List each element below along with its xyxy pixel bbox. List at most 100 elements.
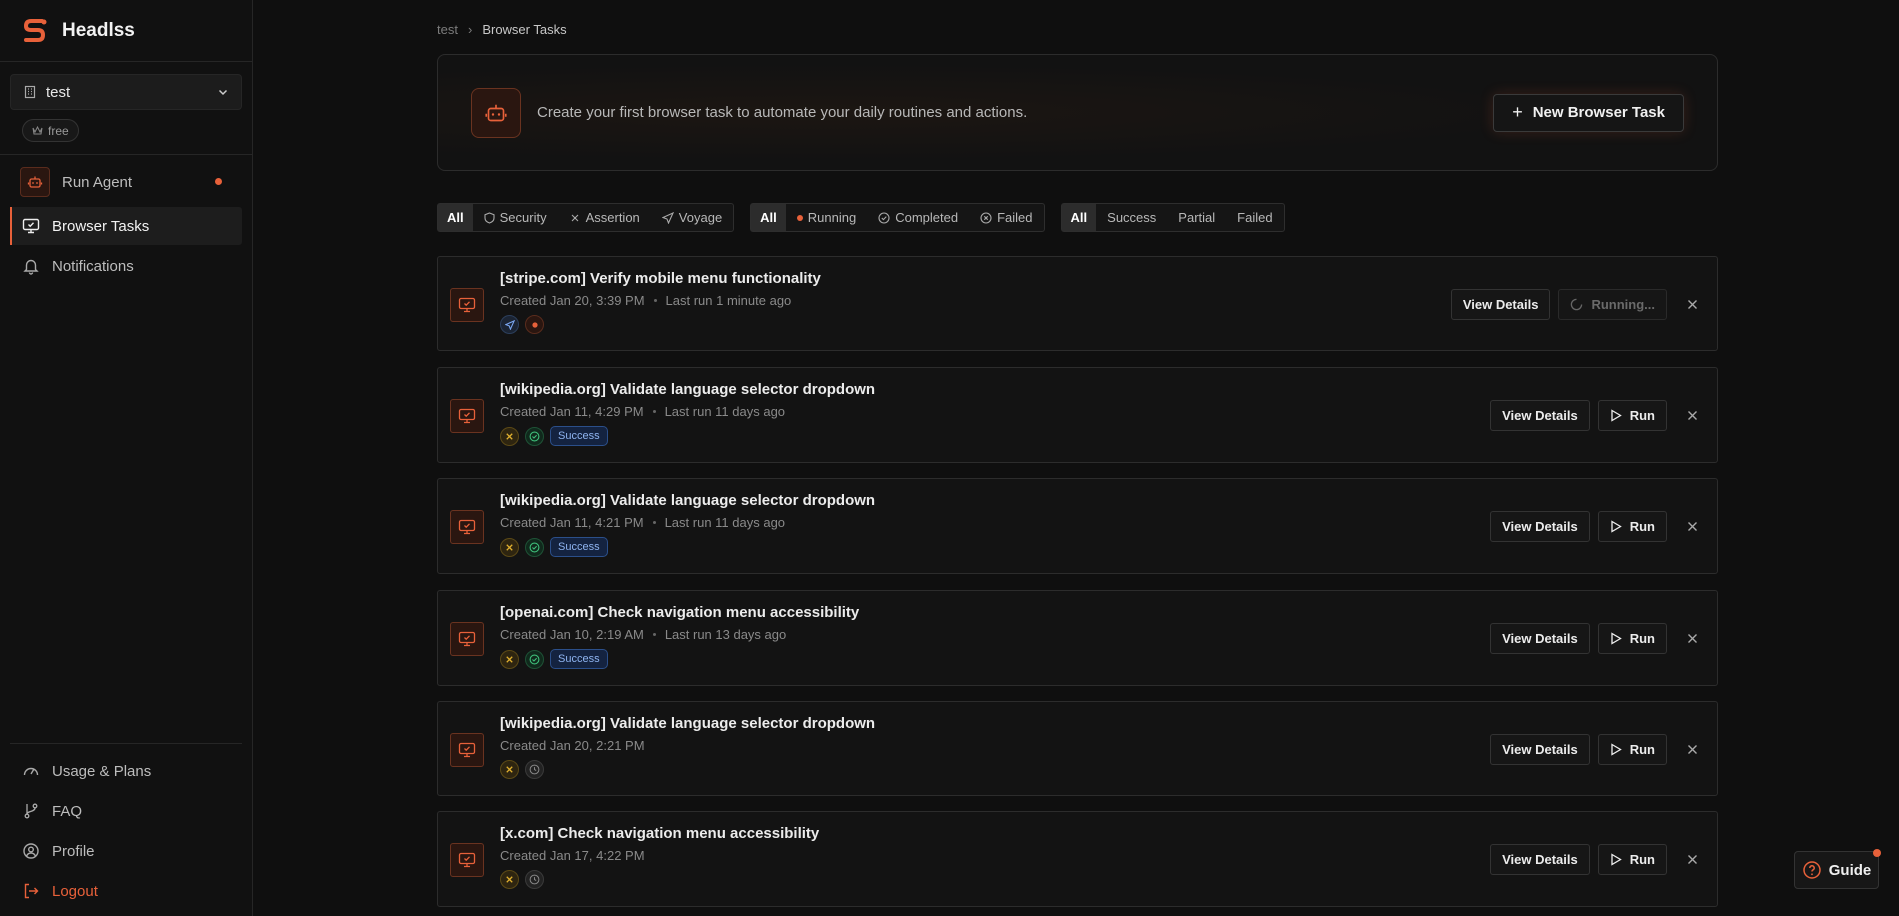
guide-button[interactable]: Guide <box>1794 849 1881 889</box>
view-details-label: View Details <box>1502 852 1578 867</box>
logout-icon <box>24 883 39 899</box>
nav-notifications[interactable]: Notifications <box>10 247 242 285</box>
close-icon[interactable] <box>1681 739 1703 761</box>
empty-state-banner: Create your first browser task to automa… <box>437 54 1718 171</box>
task-meta: Created Jan 20, 3:39 PM Last run 1 minute… <box>500 293 791 308</box>
monitor-check-icon <box>450 510 484 544</box>
monitor-check-icon <box>450 288 484 322</box>
meta-separator <box>652 521 656 524</box>
task-tags <box>500 760 544 779</box>
view-details-button[interactable]: View Details <box>1490 734 1590 765</box>
run-button[interactable]: Run <box>1597 400 1667 431</box>
view-details-label: View Details <box>1502 631 1578 646</box>
type-filter-assertion[interactable]: Assertion <box>558 204 651 231</box>
monitor-check-icon <box>450 733 484 767</box>
task-row[interactable]: [openai.com] Check navigation menu acces… <box>437 590 1718 686</box>
run-label: Run <box>1629 519 1655 534</box>
task-row[interactable]: [wikipedia.org] Validate language select… <box>437 367 1718 463</box>
run-button[interactable]: Run <box>1597 734 1667 765</box>
play-icon <box>1611 409 1622 422</box>
result-filter-failed[interactable]: Failed <box>1226 204 1283 231</box>
status-dot <box>215 178 222 185</box>
nav-logout[interactable]: Logout <box>10 872 242 910</box>
result-badge: Success <box>550 426 608 446</box>
task-title[interactable]: [stripe.com] Verify mobile menu function… <box>500 270 821 287</box>
nav-run-agent-label: Run Agent <box>62 173 133 191</box>
meta-separator <box>653 299 657 302</box>
run-label: Run <box>1629 408 1655 423</box>
status-filter-running[interactable]: Running <box>786 204 867 231</box>
task-meta: Created Jan 10, 2:19 AM Last run 13 days … <box>500 627 786 642</box>
task-row[interactable]: [wikipedia.org] Validate language select… <box>437 701 1718 796</box>
run-button[interactable]: Run <box>1597 511 1667 542</box>
view-details-label: View Details <box>1462 297 1539 312</box>
run-button[interactable]: Run <box>1597 844 1667 875</box>
task-actions: View Details Run <box>1490 623 1703 654</box>
type-filter-all[interactable]: All <box>438 204 473 231</box>
close-icon[interactable] <box>1681 294 1703 316</box>
completed-icon <box>525 649 544 669</box>
view-details-button[interactable]: View Details <box>1490 844 1590 875</box>
task-title[interactable]: [wikipedia.org] Validate language select… <box>500 381 875 398</box>
nav-faq[interactable]: FAQ <box>10 792 242 830</box>
task-row[interactable]: [x.com] Check navigation menu accessibil… <box>437 811 1718 907</box>
view-details-button[interactable]: View Details <box>1450 289 1551 320</box>
task-actions: View Details Run <box>1490 844 1703 875</box>
close-icon[interactable] <box>1681 628 1703 650</box>
breadcrumb-current: Browser Tasks <box>482 22 567 37</box>
monitor-check-icon <box>450 622 484 656</box>
nav-profile[interactable]: Profile <box>10 832 242 870</box>
play-icon <box>1611 632 1622 645</box>
task-row[interactable]: [stripe.com] Verify mobile menu function… <box>437 256 1718 351</box>
view-details-button[interactable]: View Details <box>1490 623 1590 654</box>
type-filter-security[interactable]: Security <box>473 204 558 231</box>
task-title[interactable]: [x.com] Check navigation menu accessibil… <box>500 825 819 842</box>
task-title[interactable]: [openai.com] Check navigation menu acces… <box>500 604 859 621</box>
play-icon <box>1611 520 1622 533</box>
task-meta: Created Jan 20, 2:21 PM <box>500 738 645 753</box>
task-actions: View Details Run <box>1490 400 1703 431</box>
breadcrumb-root[interactable]: test <box>437 22 458 37</box>
nav-browser-tasks-label: Browser Tasks <box>52 217 150 235</box>
view-details-button[interactable]: View Details <box>1490 400 1590 431</box>
close-icon[interactable] <box>1681 516 1703 538</box>
task-last-run: Last run 1 minute ago <box>665 293 792 308</box>
check-circle-icon <box>878 211 890 224</box>
running-label: Running... <box>1591 297 1655 312</box>
task-actions: View Details Run <box>1490 511 1703 542</box>
task-tags: Success <box>500 649 608 669</box>
view-details-label: View Details <box>1502 408 1578 423</box>
type-filter-voyage[interactable]: Voyage <box>651 204 733 231</box>
bottom-nav: Usage & Plans FAQ Profile Logout <box>10 743 242 912</box>
workspace-selector[interactable]: test <box>10 74 242 110</box>
plan-label: free <box>48 123 69 138</box>
result-filter-success[interactable]: Success <box>1096 204 1167 231</box>
run-button[interactable]: Run <box>1597 623 1667 654</box>
meta-separator <box>652 633 656 636</box>
close-icon[interactable] <box>1681 405 1703 427</box>
nav-usage[interactable]: Usage & Plans <box>10 752 242 790</box>
guide-notification-dot <box>1873 849 1881 857</box>
assertion-icon <box>500 649 519 669</box>
task-row[interactable]: [wikipedia.org] Validate language select… <box>437 478 1718 574</box>
task-title[interactable]: [wikipedia.org] Validate language select… <box>500 715 875 732</box>
status-filter-completed[interactable]: Completed <box>867 204 969 231</box>
breadcrumb: test › Browser Tasks <box>437 22 567 37</box>
close-icon[interactable] <box>1681 849 1703 871</box>
user-circle-icon <box>23 843 39 859</box>
task-tags: Success <box>500 537 608 557</box>
brand[interactable]: Headlss <box>0 0 252 62</box>
result-filter-partial[interactable]: Partial <box>1167 204 1226 231</box>
new-browser-task-button[interactable]: + New Browser Task <box>1493 93 1684 132</box>
running-icon <box>525 315 544 334</box>
nav-usage-label: Usage & Plans <box>52 762 152 780</box>
completed-icon <box>525 537 544 557</box>
task-title[interactable]: [wikipedia.org] Validate language select… <box>500 492 875 509</box>
result-filter-all[interactable]: All <box>1061 204 1097 231</box>
nav-run-agent[interactable]: Run Agent <box>10 163 242 201</box>
nav-browser-tasks[interactable]: Browser Tasks <box>10 207 242 245</box>
view-details-button[interactable]: View Details <box>1490 511 1590 542</box>
banner-text: Create your first browser task to automa… <box>537 104 1028 121</box>
status-filter-failed[interactable]: Failed <box>969 204 1043 231</box>
status-filter-all[interactable]: All <box>751 204 786 231</box>
